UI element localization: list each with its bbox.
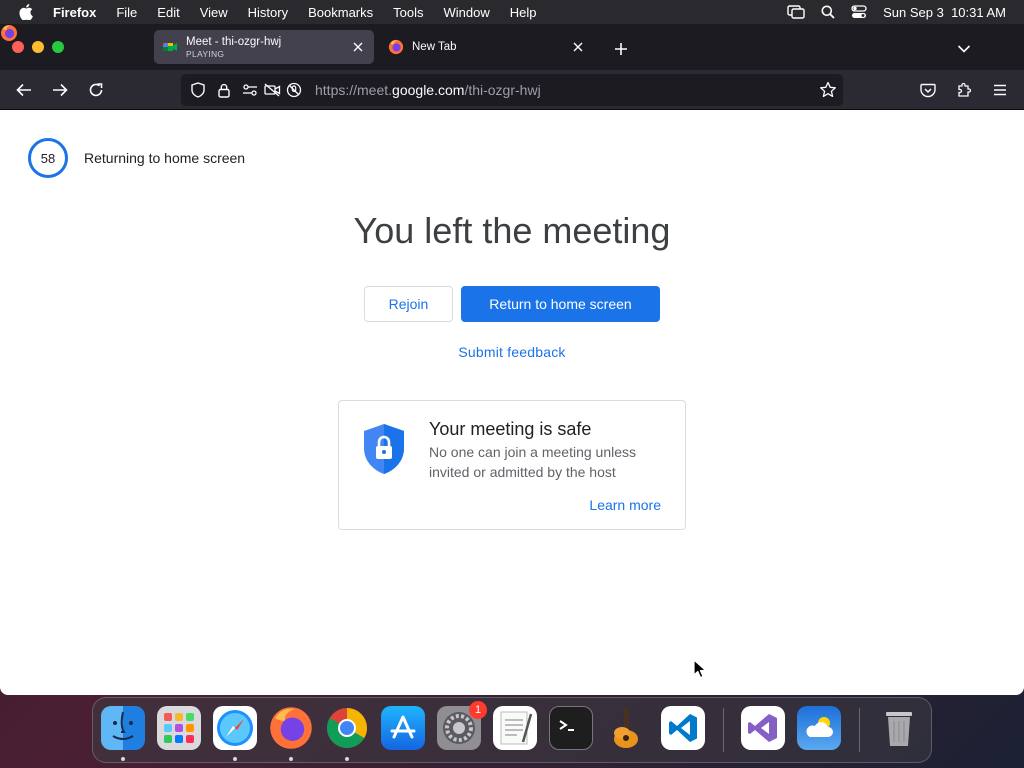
menu-help[interactable]: Help: [510, 5, 537, 20]
camera-blocked-icon[interactable]: [263, 81, 281, 99]
back-arrow-icon[interactable]: [13, 79, 35, 101]
return-to-home-button[interactable]: Return to home screen: [461, 286, 660, 322]
site-permissions-icon[interactable]: [241, 81, 259, 99]
menu-app-firefox[interactable]: Firefox: [53, 5, 96, 20]
tab-new-tab[interactable]: New Tab: [380, 30, 594, 64]
card-title: Your meeting is safe: [429, 419, 592, 439]
notification-badge: 1: [469, 701, 487, 719]
terminal-icon[interactable]: [549, 706, 593, 750]
menu-edit[interactable]: Edit: [157, 5, 179, 20]
menu-window[interactable]: Window: [444, 5, 490, 20]
browser-navigation-bar: https://meet.google.com/thi-ozgr-hwj: [0, 70, 1024, 110]
running-indicator: [233, 757, 237, 761]
menu-history[interactable]: History: [248, 5, 288, 20]
tab-title: Meet - thi-ozgr-hwj: [186, 35, 282, 48]
firefox-icon[interactable]: [269, 706, 313, 750]
running-indicator: [289, 757, 293, 761]
safari-icon[interactable]: [213, 706, 257, 750]
screen-mirroring-icon[interactable]: [787, 5, 805, 19]
visual-studio-icon[interactable]: [741, 706, 785, 750]
macos-menubar: Firefox File Edit View History Bookmarks…: [0, 0, 1024, 24]
spotlight-search-icon[interactable]: [821, 5, 835, 19]
app-store-icon[interactable]: [381, 706, 425, 750]
padlock-icon[interactable]: [215, 81, 233, 99]
running-indicator: [345, 757, 349, 761]
chrome-icon[interactable]: [325, 706, 369, 750]
launchpad-icon[interactable]: [157, 706, 201, 750]
pinned-tab-firefox-icon[interactable]: [0, 25, 18, 46]
bookmark-star-icon[interactable]: [819, 81, 837, 99]
vscode-icon[interactable]: [661, 706, 705, 750]
meet-left-meeting-page: 58 Returning to home screen You left the…: [0, 110, 1024, 695]
tab-playing-label: PLAYING: [186, 48, 225, 59]
extensions-puzzle-icon[interactable]: [953, 79, 975, 101]
submit-feedback-link[interactable]: Submit feedback: [458, 344, 565, 360]
tab-title: New Tab: [412, 41, 457, 53]
url-text[interactable]: https://meet.google.com/thi-ozgr-hwj: [315, 82, 541, 98]
countdown-seconds: 58: [40, 150, 56, 166]
google-meet-icon: [162, 39, 178, 55]
menu-tools[interactable]: Tools: [393, 5, 423, 20]
list-all-tabs-chevron-icon[interactable]: [953, 38, 975, 60]
finder-icon[interactable]: [101, 706, 145, 750]
security-shield-lock-icon: [362, 422, 406, 476]
close-tab-icon[interactable]: [568, 37, 588, 57]
pocket-icon[interactable]: [917, 79, 939, 101]
page-title: You left the meeting: [353, 210, 671, 251]
microphone-blocked-icon[interactable]: [285, 81, 303, 99]
firefox-icon: [388, 39, 404, 55]
macos-dock: 1: [92, 697, 932, 763]
app-menu-hamburger-icon[interactable]: [989, 79, 1011, 101]
rejoin-button[interactable]: Rejoin: [364, 286, 453, 322]
card-description: No one can join a meeting unless invited…: [429, 444, 637, 480]
trash-icon[interactable]: [877, 706, 921, 750]
close-tab-icon[interactable]: [348, 37, 368, 57]
countdown-timer: 58: [27, 137, 69, 179]
forward-arrow-icon[interactable]: [49, 79, 71, 101]
countdown-label: Returning to home screen: [84, 150, 246, 166]
running-indicator: [121, 757, 125, 761]
textedit-icon[interactable]: [493, 706, 537, 750]
address-bar[interactable]: https://meet.google.com/thi-ozgr-hwj: [181, 74, 843, 106]
tracking-protection-shield-icon[interactable]: [189, 81, 207, 99]
menubar-clock[interactable]: Sun Sep 3 10:31 AM: [883, 5, 1006, 20]
dock-separator: [723, 708, 724, 752]
menu-file[interactable]: File: [116, 5, 137, 20]
dock-separator: [859, 708, 860, 752]
learn-more-link[interactable]: Learn more: [589, 497, 661, 513]
tab-meet[interactable]: Meet - thi-ozgr-hwj PLAYING: [154, 30, 374, 64]
weather-icon[interactable]: [797, 706, 841, 750]
mouse-cursor-icon: [693, 659, 707, 679]
meeting-safe-card: Your meeting is safe No one can join a m…: [338, 400, 686, 530]
menu-bookmarks[interactable]: Bookmarks: [308, 5, 373, 20]
control-center-icon[interactable]: [851, 5, 867, 19]
apple-menu-icon[interactable]: [19, 4, 37, 20]
menu-view[interactable]: View: [200, 5, 228, 20]
new-tab-plus-icon[interactable]: [610, 38, 632, 60]
reload-icon[interactable]: [85, 79, 107, 101]
garageband-icon[interactable]: [605, 706, 649, 750]
